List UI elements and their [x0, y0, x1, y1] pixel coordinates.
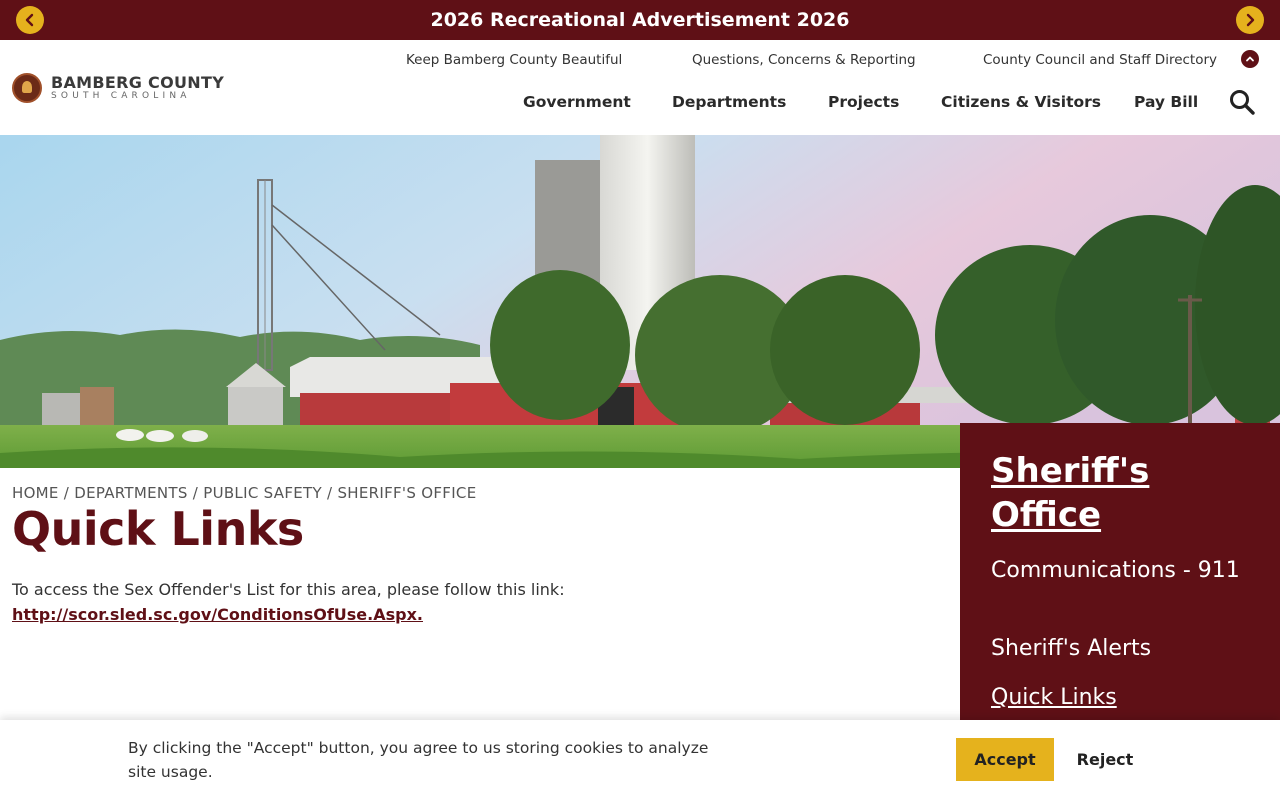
search-icon	[1230, 90, 1255, 115]
cookie-reject-button[interactable]: Reject	[1066, 738, 1144, 781]
nav-citizens-visitors[interactable]: Citizens & Visitors	[941, 93, 1101, 111]
county-seal-icon	[12, 73, 42, 103]
site-header: BAMBERG COUNTY SOUTH CAROLINA Keep Bambe…	[0, 40, 1280, 135]
logo-state-name: SOUTH CAROLINA	[51, 91, 191, 101]
announcement-next-button[interactable]	[1236, 6, 1264, 34]
sidebar-item-communications-911[interactable]: Communications - 911	[991, 556, 1241, 585]
body-text: To access the Sex Offender's List for th…	[12, 580, 565, 599]
breadcrumb-separator: /	[327, 484, 338, 502]
sex-offender-list-link[interactable]: http://scor.sled.sc.gov/ConditionsOfUse.…	[12, 605, 423, 624]
breadcrumb-public-safety[interactable]: PUBLIC SAFETY	[203, 484, 322, 502]
sidebar-item-sheriffs-alerts[interactable]: Sheriff's Alerts	[991, 634, 1241, 663]
sidebar-item-quick-links[interactable]: Quick Links	[991, 683, 1241, 712]
site-logo[interactable]: BAMBERG COUNTY SOUTH CAROLINA	[12, 73, 224, 103]
nav-pay-bill[interactable]: Pay Bill	[1134, 93, 1198, 111]
utility-link-keep-beautiful[interactable]: Keep Bamberg County Beautiful	[406, 52, 622, 68]
nav-projects[interactable]: Projects	[828, 93, 899, 111]
breadcrumb-sheriffs-office[interactable]: SHERIFF'S OFFICE	[337, 484, 476, 502]
chevron-up-icon	[1246, 56, 1254, 62]
breadcrumb-separator: /	[63, 484, 75, 502]
logo-county-name: BAMBERG COUNTY	[51, 73, 225, 92]
page-title: Quick Links	[12, 502, 304, 556]
breadcrumb-separator: /	[192, 484, 204, 502]
cookie-accept-button[interactable]: Accept	[956, 738, 1054, 781]
nav-government[interactable]: Government	[523, 93, 631, 111]
breadcrumb-home[interactable]: HOME	[12, 484, 59, 502]
announcement-title[interactable]: 2026 Recreational Advertisement 2026	[0, 0, 1280, 40]
breadcrumb-departments[interactable]: DEPARTMENTS	[74, 484, 188, 502]
nav-departments[interactable]: Departments	[672, 93, 786, 111]
utility-link-directory[interactable]: County Council and Staff Directory	[983, 52, 1217, 68]
hero-farm-image	[0, 135, 1280, 468]
utility-collapse-button[interactable]	[1241, 50, 1259, 68]
utility-link-questions[interactable]: Questions, Concerns & Reporting	[692, 52, 916, 68]
announcement-bar: 2026 Recreational Advertisement 2026	[0, 0, 1280, 40]
cookie-consent-text: By clicking the "Accept" button, you agr…	[128, 739, 709, 781]
chevron-right-icon	[1246, 13, 1255, 27]
search-button[interactable]	[1228, 88, 1256, 116]
cookie-banner: By clicking the "Accept" button, you agr…	[0, 720, 1280, 800]
sidebar-title-sheriffs-office[interactable]: Sheriff's Office	[991, 449, 1251, 537]
breadcrumb: HOME / DEPARTMENTS / PUBLIC SAFETY / SHE…	[12, 484, 476, 502]
